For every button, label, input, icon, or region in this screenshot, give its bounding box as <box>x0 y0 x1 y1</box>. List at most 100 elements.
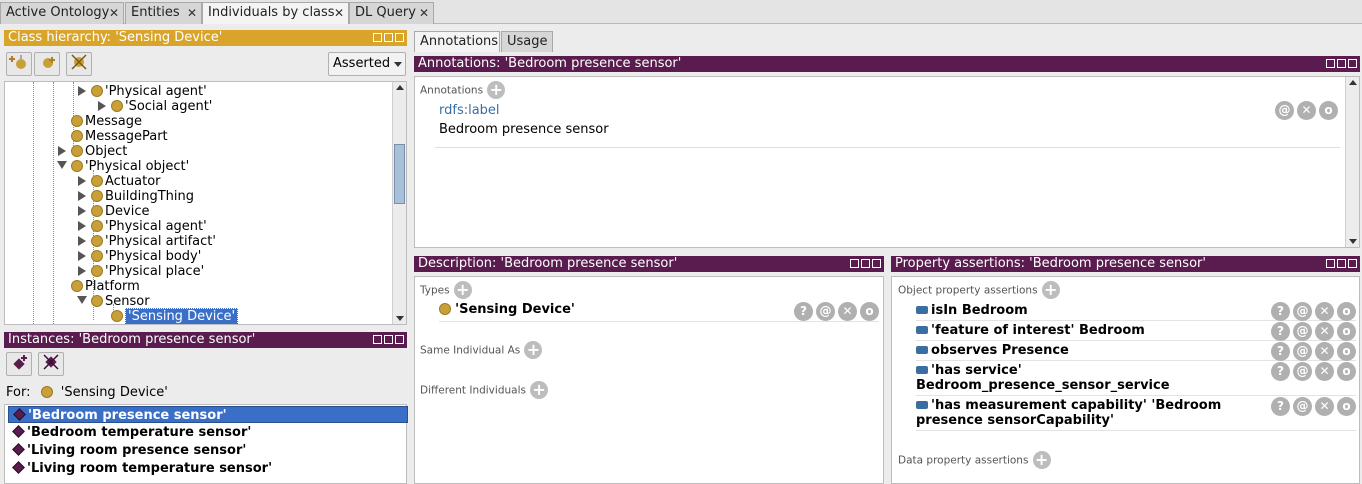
view-maximize-icon[interactable] <box>861 259 870 268</box>
edit-button[interactable]: o <box>1337 342 1356 361</box>
expand-icon[interactable] <box>73 189 91 204</box>
scroll-up-icon[interactable] <box>1349 80 1357 85</box>
annotate-button[interactable]: @ <box>1275 101 1294 120</box>
tree-node[interactable]: 'Sensing Device' <box>93 308 239 324</box>
add-different-individual-button[interactable]: + <box>530 381 549 399</box>
view-float-icon[interactable] <box>1326 59 1335 68</box>
close-icon[interactable]: ✕ <box>419 3 429 23</box>
tab-annotations[interactable]: Annotations <box>414 31 500 52</box>
delete-button[interactable]: ✕ <box>1315 397 1334 416</box>
explain-button[interactable]: ? <box>1271 362 1290 381</box>
tree-node[interactable]: 'Social agent' <box>93 99 212 114</box>
expand-icon[interactable] <box>73 219 91 234</box>
view-maximize-icon[interactable] <box>384 33 393 42</box>
tree-node[interactable]: Platform <box>53 279 140 294</box>
edit-button[interactable]: o <box>1337 362 1356 381</box>
instance-item[interactable]: 'Bedroom temperature sensor' <box>8 424 408 441</box>
instance-item[interactable]: 'Living room temperature sensor' <box>8 460 408 477</box>
object-property-row[interactable]: 'has measurement capability' 'Bedroom pr… <box>916 396 1356 431</box>
tree-node[interactable]: BuildingThing <box>73 189 194 204</box>
tab-dl-query[interactable]: DL Query ✕ <box>349 2 434 24</box>
delete-button[interactable]: ✕ <box>1315 322 1334 341</box>
tree-node[interactable]: 'Physical object' <box>53 159 189 174</box>
annotate-button[interactable]: @ <box>1293 342 1312 361</box>
annotate-button[interactable]: @ <box>1293 362 1312 381</box>
hierarchy-mode-select[interactable]: Asserted <box>328 52 406 76</box>
expand-icon[interactable] <box>73 204 91 219</box>
delete-class-button[interactable] <box>66 52 92 76</box>
view-close-icon[interactable] <box>872 259 881 268</box>
delete-button[interactable]: ✕ <box>838 302 857 321</box>
edit-button[interactable]: o <box>1319 101 1338 120</box>
scroll-down-icon[interactable] <box>1349 239 1357 244</box>
annotate-button[interactable]: @ <box>816 302 835 321</box>
collapse-icon[interactable] <box>53 159 71 174</box>
tree-node[interactable]: Message <box>53 114 142 129</box>
scroll-thumb[interactable] <box>394 144 405 204</box>
tree-node[interactable]: Actuator <box>73 174 161 189</box>
object-property-row[interactable]: 'feature of interest' Bedroom? @ ✕ o <box>916 321 1356 341</box>
view-maximize-icon[interactable] <box>384 335 393 344</box>
expand-icon[interactable] <box>73 264 91 279</box>
tree-node[interactable]: Sensor <box>73 294 150 309</box>
explain-button[interactable]: ? <box>1271 342 1290 361</box>
tab-individuals-by-class[interactable]: Individuals by class ✕ <box>202 2 349 24</box>
edit-button[interactable]: o <box>1337 397 1356 416</box>
explain-button[interactable]: ? <box>1271 302 1290 321</box>
object-property-row[interactable]: isIn Bedroom? @ ✕ o <box>916 301 1356 321</box>
delete-button[interactable]: ✕ <box>1315 302 1334 321</box>
view-float-icon[interactable] <box>850 259 859 268</box>
tab-entities[interactable]: Entities ✕ <box>125 2 202 24</box>
add-data-property-button[interactable]: + <box>1032 451 1051 469</box>
tree-scrollbar[interactable] <box>392 82 406 324</box>
add-type-button[interactable]: + <box>453 281 472 299</box>
view-float-icon[interactable] <box>1326 259 1335 268</box>
expand-icon[interactable] <box>93 99 111 114</box>
tree-node[interactable]: Object <box>53 144 127 159</box>
edit-button[interactable]: o <box>1337 322 1356 341</box>
add-same-individual-button[interactable]: + <box>524 341 543 359</box>
expand-icon[interactable] <box>73 84 91 99</box>
delete-individual-button[interactable] <box>38 352 64 376</box>
annotate-button[interactable]: @ <box>1293 302 1312 321</box>
view-maximize-icon[interactable] <box>1337 259 1346 268</box>
explain-button[interactable]: ? <box>1271 322 1290 341</box>
type-value[interactable]: 'Sensing Device' <box>455 302 575 317</box>
scroll-down-icon[interactable] <box>396 316 404 321</box>
edit-button[interactable]: o <box>1337 302 1356 321</box>
object-property-row[interactable]: 'has service' Bedroom_presence_sensor_se… <box>916 361 1356 396</box>
instance-item[interactable]: 'Living room presence sensor' <box>8 442 408 459</box>
tree-node[interactable]: 'Physical place' <box>73 264 204 279</box>
close-icon[interactable]: ✕ <box>334 3 344 23</box>
delete-button[interactable]: ✕ <box>1315 362 1334 381</box>
close-icon[interactable]: ✕ <box>109 3 119 23</box>
expand-icon[interactable] <box>73 249 91 264</box>
add-annotation-button[interactable]: + <box>487 81 506 99</box>
add-sibling-button[interactable] <box>34 52 60 76</box>
delete-button[interactable]: ✕ <box>1315 342 1334 361</box>
annotation-property[interactable]: rdfs:label <box>439 103 500 118</box>
expand-icon[interactable] <box>73 174 91 189</box>
instance-item[interactable]: 'Bedroom presence sensor' <box>8 406 408 423</box>
annotations-scrollbar[interactable] <box>1345 77 1359 247</box>
view-float-icon[interactable] <box>373 335 382 344</box>
tree-node[interactable]: MessagePart <box>53 129 168 144</box>
add-subclass-button[interactable] <box>6 52 32 76</box>
tree-node[interactable]: 'Physical agent' <box>73 219 207 234</box>
explain-button[interactable]: ? <box>1271 397 1290 416</box>
expand-icon[interactable] <box>53 144 71 159</box>
view-close-icon[interactable] <box>1348 259 1357 268</box>
annotate-button[interactable]: @ <box>1293 397 1312 416</box>
annotate-button[interactable]: @ <box>1293 322 1312 341</box>
object-property-row[interactable]: observes Presence? @ ✕ o <box>916 341 1356 361</box>
collapse-icon[interactable] <box>73 294 91 309</box>
scroll-up-icon[interactable] <box>396 85 404 90</box>
delete-button[interactable]: ✕ <box>1297 101 1316 120</box>
tree-node[interactable]: 'Physical agent' <box>73 84 207 99</box>
close-icon[interactable]: ✕ <box>187 3 197 23</box>
explain-button[interactable]: ? <box>794 302 813 321</box>
add-object-property-button[interactable]: + <box>1041 281 1060 299</box>
view-close-icon[interactable] <box>395 33 404 42</box>
view-float-icon[interactable] <box>373 33 382 42</box>
tab-active-ontology[interactable]: Active Ontology ✕ <box>0 2 124 24</box>
